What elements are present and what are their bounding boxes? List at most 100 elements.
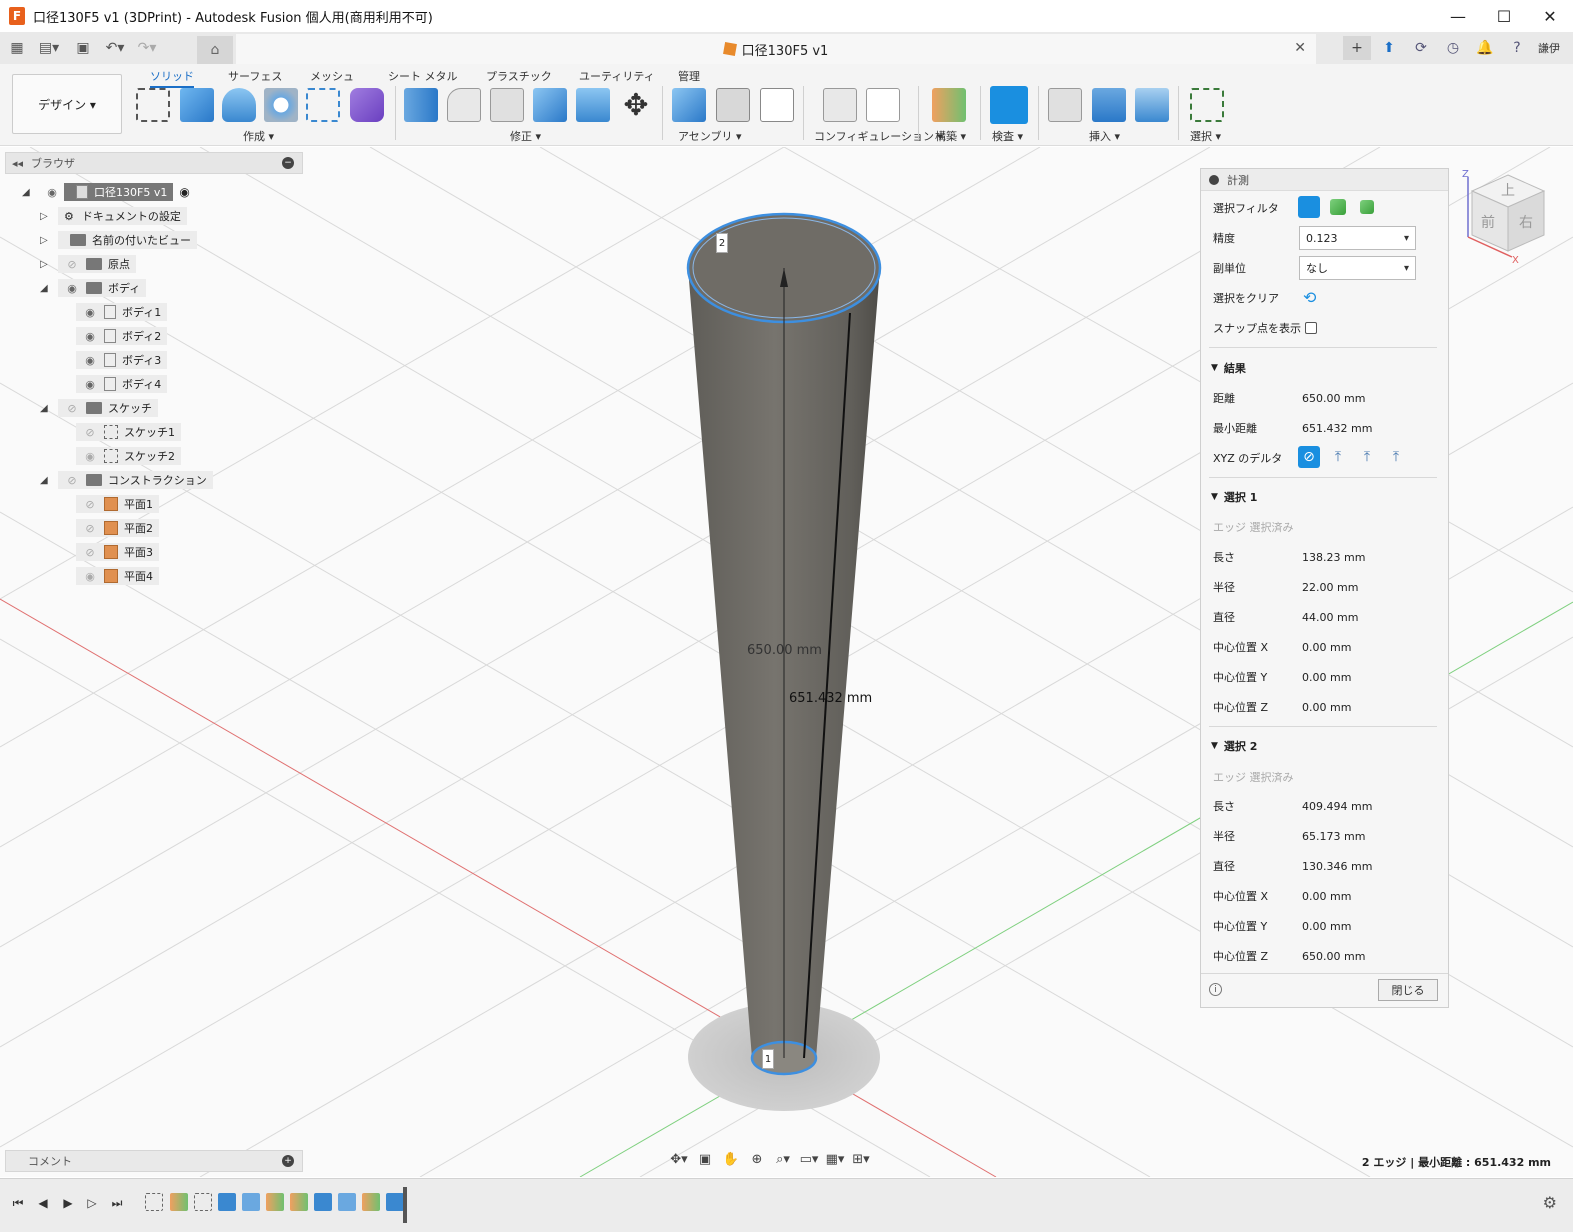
tree-body1[interactable]: ◉ ボディ1 (76, 302, 168, 322)
activate-icon[interactable]: ◉ (179, 185, 189, 199)
timeline-first-icon[interactable]: ⏮ (8, 1193, 28, 1213)
tree-plane1[interactable]: ⊘ 平面1 (76, 494, 159, 514)
close-tab-icon[interactable]: ✕ (1294, 40, 1306, 56)
create-form-icon[interactable] (350, 88, 384, 122)
group-insert[interactable]: 挿入 ▾ (1089, 128, 1120, 144)
eye-icon[interactable]: ◉ (44, 186, 60, 199)
view-cube[interactable]: 上 前 右 Z X (1460, 165, 1556, 265)
undo-icon[interactable]: ↶▾ (102, 35, 128, 61)
group-create[interactable]: 作成 ▾ (243, 128, 274, 144)
group-modify[interactable]: 修正 ▾ (510, 128, 541, 144)
snap-checkbox[interactable] (1305, 322, 1317, 334)
timeline-plane-icon[interactable] (266, 1193, 284, 1211)
delta-axis-1-icon[interactable]: ⤒ (1327, 446, 1349, 468)
eye-hidden-icon[interactable]: ⊘ (64, 258, 80, 271)
timeline-plane-icon[interactable] (170, 1193, 188, 1211)
file-menu-icon[interactable]: ▤▾ (36, 35, 62, 61)
tree-construction[interactable]: ◢ ⊘ コンストラクション (40, 470, 213, 490)
extrude-icon[interactable] (180, 88, 214, 122)
help-icon[interactable]: ? (1503, 36, 1531, 60)
move-icon[interactable]: ✥ (619, 88, 653, 123)
pan-icon[interactable]: ✋ (720, 1149, 742, 1169)
tab-utility[interactable]: ユーティリティ (579, 68, 655, 84)
eye-icon[interactable]: ◉ (82, 570, 98, 583)
filter-component-icon[interactable] (1360, 200, 1374, 214)
display-settings-icon[interactable]: ▭▾ (798, 1149, 820, 1169)
timeline-settings-icon[interactable]: ⚙ (1543, 1193, 1557, 1212)
precision-select[interactable]: 0.123 (1299, 226, 1416, 250)
home-tab[interactable]: ⌂ (197, 36, 233, 64)
tab-manage[interactable]: 管理 (678, 68, 700, 84)
tab-surface[interactable]: サーフェス (228, 68, 282, 84)
timeline-loft-icon[interactable] (242, 1193, 260, 1211)
config-table-icon[interactable] (866, 88, 900, 122)
tab-plastic[interactable]: プラスチック (486, 68, 552, 84)
eye-icon[interactable]: ◉ (82, 330, 98, 343)
timeline-extrude-icon[interactable] (218, 1193, 236, 1211)
selection1-section[interactable]: 選択 1 (1211, 487, 1257, 507)
close-measure-button[interactable]: 閉じる (1378, 979, 1438, 1001)
timeline-shell-icon[interactable] (338, 1193, 356, 1211)
tree-doc-settings[interactable]: ▷ ⚙ ドキュメントの設定 (40, 206, 187, 226)
timeline-next-icon[interactable]: ▷ (82, 1193, 102, 1213)
measure-icon[interactable] (990, 86, 1028, 124)
timeline-play-icon[interactable]: ▶ (58, 1193, 78, 1213)
group-construct[interactable]: 構築 ▾ (935, 128, 966, 144)
group-inspect[interactable]: 検査 ▾ (992, 128, 1023, 144)
app-grid-icon[interactable]: ▦ (4, 35, 30, 61)
workspace-switcher[interactable]: デザイン ▾ (12, 74, 122, 134)
tree-body3[interactable]: ◉ ボディ3 (76, 350, 168, 370)
eye-hidden-icon[interactable]: ⊘ (64, 474, 80, 487)
eye-hidden-icon[interactable]: ⊘ (82, 498, 98, 511)
fillet-icon[interactable] (447, 88, 481, 122)
eye-icon[interactable]: ◉ (64, 282, 80, 295)
timeline-marker[interactable] (403, 1187, 407, 1223)
info-icon[interactable]: i (1209, 983, 1222, 996)
filter-face-icon[interactable] (1298, 196, 1320, 218)
group-configuration[interactable]: コンフィギュレーション ▾ (814, 128, 943, 144)
new-tab-icon[interactable]: + (1343, 36, 1371, 60)
cube-right-label[interactable]: 右 (1519, 215, 1533, 231)
press-pull-icon[interactable] (404, 88, 438, 122)
pattern-icon[interactable] (306, 88, 340, 122)
tab-sheet-metal[interactable]: シート メタル (388, 68, 458, 84)
minimize-button[interactable]: — (1435, 0, 1481, 32)
notification-icon[interactable]: 🔔 (1471, 36, 1499, 60)
close-window-button[interactable]: ✕ (1527, 0, 1573, 32)
joint-icon[interactable] (716, 88, 750, 122)
fit-icon[interactable]: ⌕▾ (772, 1149, 794, 1169)
redo-icon[interactable]: ↷▾ (134, 35, 160, 61)
delta-axis-2-icon[interactable]: ⤒ (1356, 446, 1378, 468)
revolve-icon[interactable] (222, 88, 256, 122)
chamfer-icon[interactable] (490, 88, 524, 122)
timeline-last-icon[interactable]: ⏭ (107, 1193, 127, 1213)
cube-top-label[interactable]: 上 (1501, 183, 1515, 199)
group-select[interactable]: 選択 ▾ (1190, 128, 1221, 144)
look-at-icon[interactable]: ▣ (694, 1149, 716, 1169)
select-icon[interactable] (1190, 88, 1224, 122)
tree-root[interactable]: ◢ ◉ 口径130F5 v1 ◉ (22, 182, 190, 202)
tab-mesh[interactable]: メッシュ (310, 68, 354, 84)
eye-icon[interactable]: ◉ (82, 354, 98, 367)
tree-sketch2[interactable]: ◉ スケッチ2 (76, 446, 181, 466)
timeline-plane-icon[interactable] (290, 1193, 308, 1211)
tree-plane4[interactable]: ◉ 平面4 (76, 566, 159, 586)
job-status-icon[interactable]: ⟳ (1407, 36, 1435, 60)
configure-icon[interactable] (823, 88, 857, 122)
offset-plane-icon[interactable] (932, 88, 966, 122)
results-section[interactable]: 結果 (1211, 358, 1246, 378)
tree-bodies[interactable]: ◢ ◉ ボディ (40, 278, 147, 298)
clock-icon[interactable]: ◷ (1439, 36, 1467, 60)
shell-icon[interactable] (576, 88, 610, 122)
tree-body2[interactable]: ◉ ボディ2 (76, 326, 168, 346)
bom-icon[interactable] (760, 88, 794, 122)
tree-plane3[interactable]: ⊘ 平面3 (76, 542, 159, 562)
grid-settings-icon[interactable]: ▦▾ (824, 1149, 846, 1169)
filter-body-icon[interactable] (1330, 199, 1346, 215)
timeline-sketch-icon[interactable] (145, 1193, 163, 1211)
new-component-icon[interactable] (672, 88, 706, 122)
timeline-plane-icon[interactable] (362, 1193, 380, 1211)
add-comment-icon[interactable]: + (282, 1155, 294, 1167)
timeline-combine-icon[interactable] (386, 1193, 404, 1211)
zoom-icon[interactable]: ⊕ (746, 1149, 768, 1169)
